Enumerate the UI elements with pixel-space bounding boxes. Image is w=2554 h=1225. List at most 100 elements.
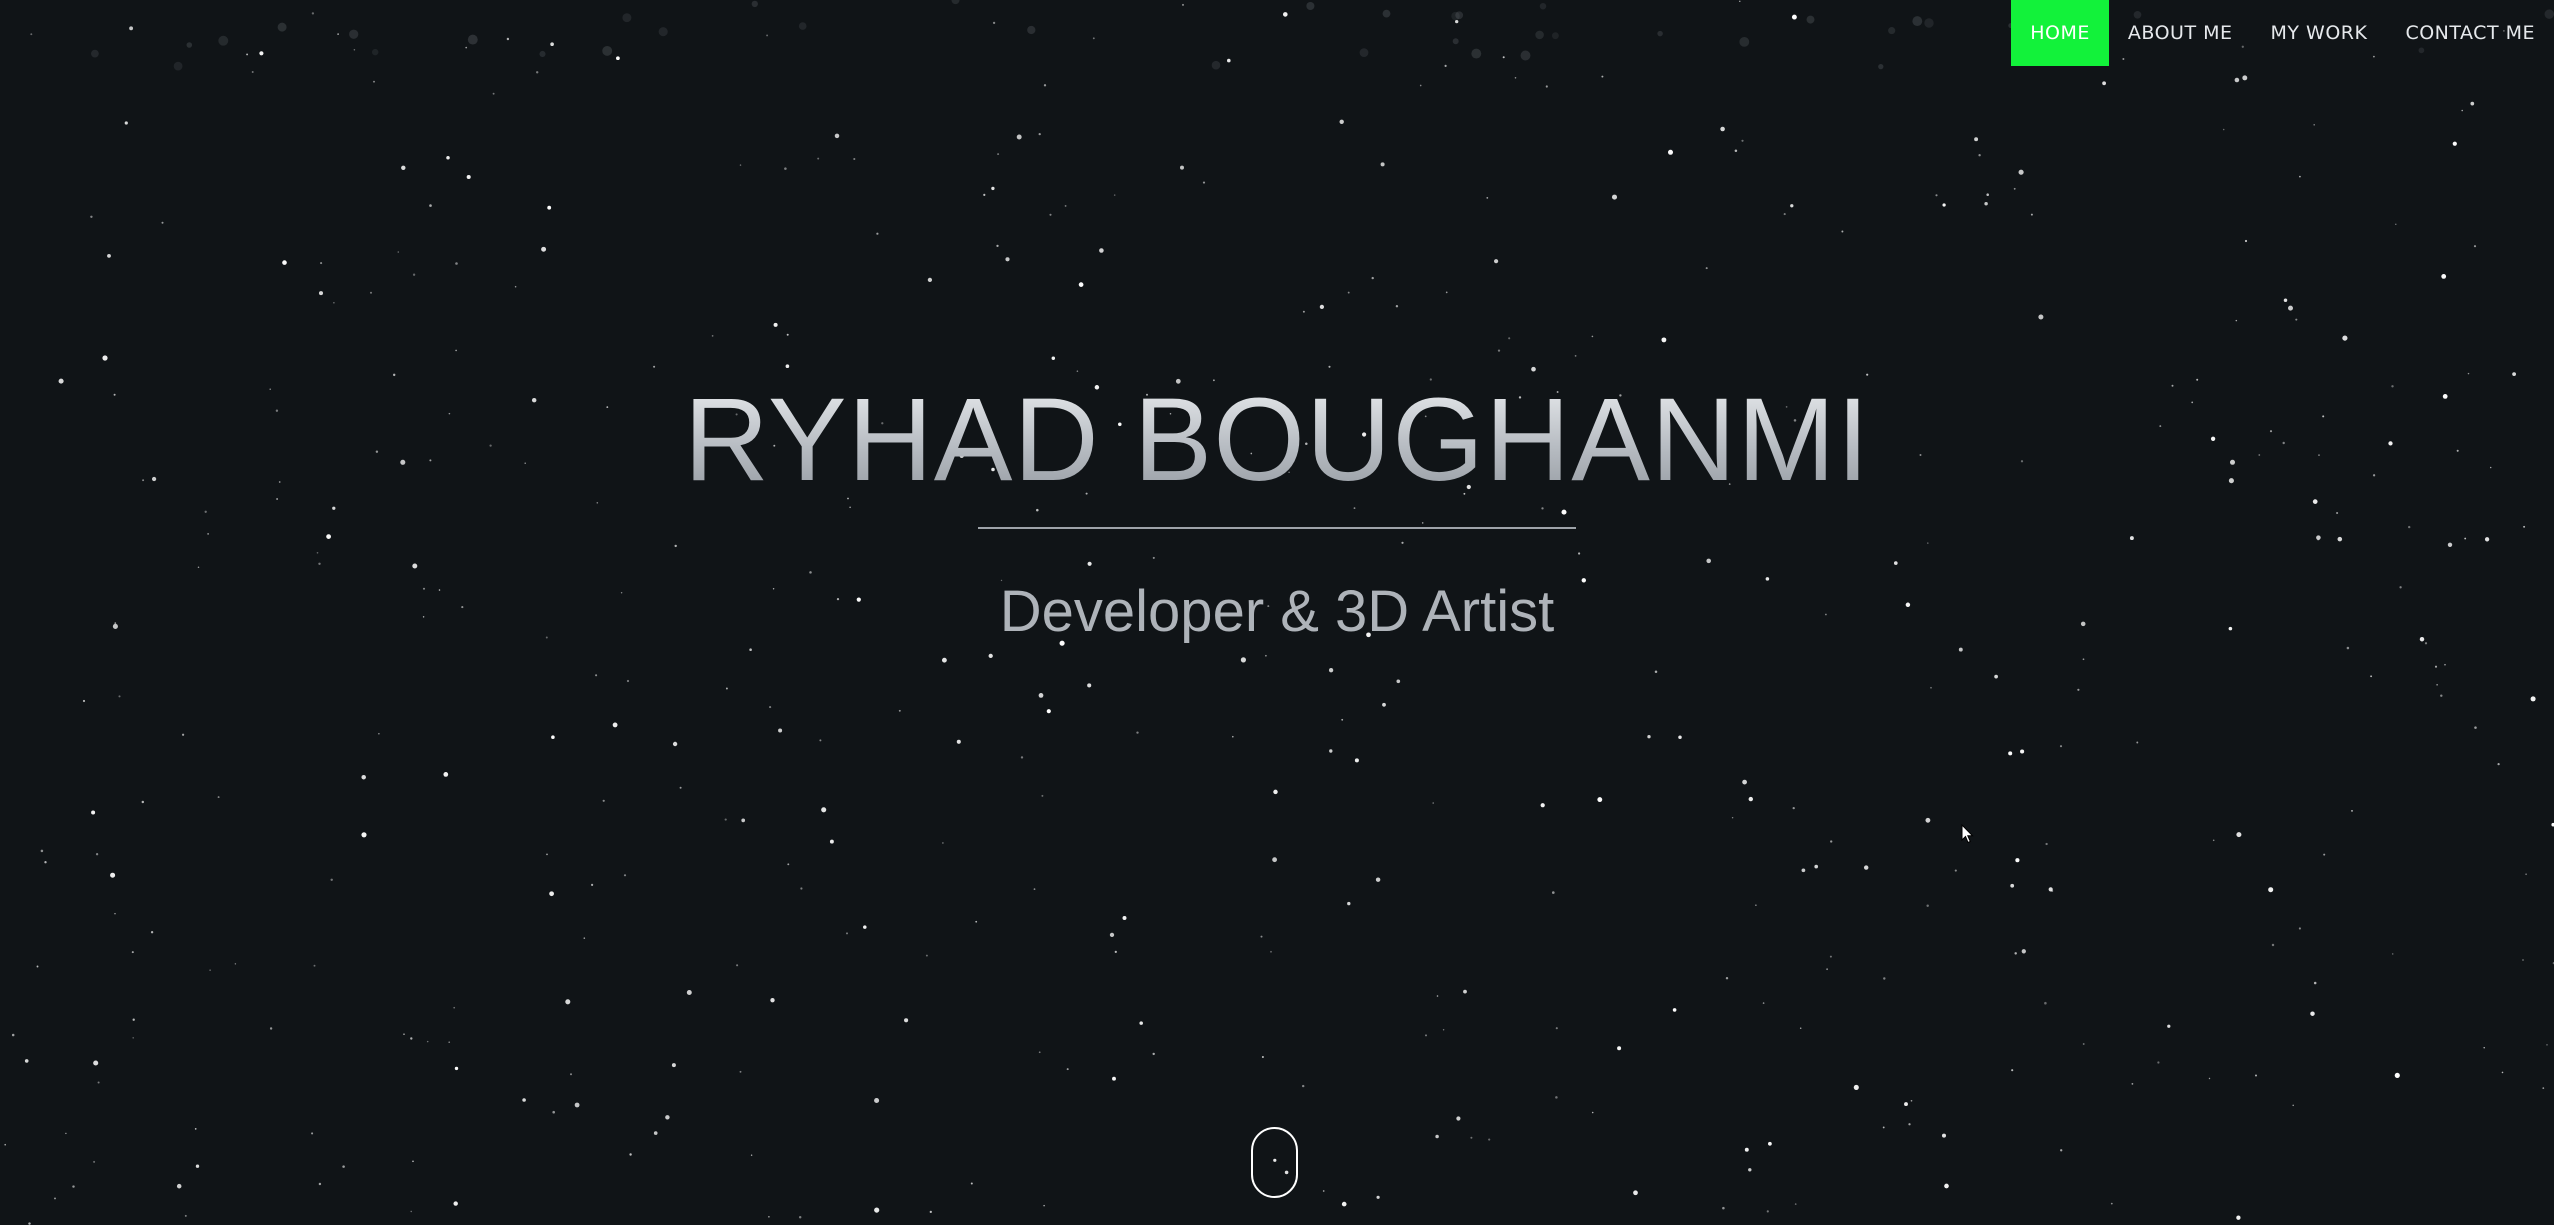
star xyxy=(4,1143,6,1146)
star xyxy=(412,273,416,276)
star xyxy=(898,709,901,712)
star xyxy=(552,1110,555,1114)
star xyxy=(181,733,185,736)
star xyxy=(2014,952,2017,955)
star xyxy=(1038,132,1041,136)
star xyxy=(2268,887,2274,893)
star xyxy=(672,741,678,747)
star xyxy=(110,872,116,878)
star xyxy=(583,937,586,939)
star xyxy=(93,1060,99,1066)
star xyxy=(1672,1008,1677,1012)
star xyxy=(996,244,999,248)
star-blur xyxy=(1924,18,1934,28)
star xyxy=(311,12,315,15)
star xyxy=(2530,696,2536,702)
star xyxy=(429,204,432,207)
star xyxy=(465,46,468,49)
star-blur xyxy=(1551,32,1559,40)
star xyxy=(1497,349,1501,352)
star xyxy=(1574,355,1577,357)
star xyxy=(992,21,996,25)
star xyxy=(1841,230,1844,233)
star xyxy=(874,1207,880,1213)
star xyxy=(129,26,134,31)
star xyxy=(2346,646,2350,650)
star xyxy=(785,364,790,369)
star xyxy=(2351,809,2353,812)
star xyxy=(769,706,772,709)
star xyxy=(1722,1206,1725,1210)
star xyxy=(44,861,47,864)
star xyxy=(1043,1204,1045,1207)
star xyxy=(373,80,375,83)
star xyxy=(1908,1123,1911,1126)
star-blur xyxy=(277,22,287,32)
star xyxy=(1926,904,1929,908)
nav-home-link[interactable]: HOME xyxy=(2011,0,2109,66)
star xyxy=(536,71,539,74)
star xyxy=(1099,248,1104,253)
star xyxy=(626,679,630,683)
star xyxy=(1038,693,1044,698)
star xyxy=(768,1215,770,1218)
star xyxy=(1540,803,1545,808)
star xyxy=(784,167,787,170)
star xyxy=(361,832,367,838)
home-page: HOME ABOUT ME MY WORK CONTACT ME RYHAD B… xyxy=(0,0,2554,1225)
star xyxy=(2044,1001,2047,1005)
star xyxy=(2295,318,2298,321)
star xyxy=(410,1037,413,1040)
star xyxy=(736,964,739,967)
nav-contact-me-link[interactable]: CONTACT ME xyxy=(2386,0,2554,66)
star-blur xyxy=(751,0,758,8)
star xyxy=(2242,75,2248,81)
star xyxy=(2236,832,2242,838)
star xyxy=(711,335,714,337)
star xyxy=(1329,749,1333,753)
nav-my-work-link[interactable]: MY WORK xyxy=(2252,0,2387,66)
star xyxy=(787,863,790,866)
star xyxy=(342,1165,345,1168)
star xyxy=(333,301,335,304)
star xyxy=(1066,1068,1069,1071)
star xyxy=(2525,873,2527,876)
star xyxy=(1270,950,1272,953)
star xyxy=(1748,796,1753,802)
star xyxy=(1328,668,1334,673)
star xyxy=(361,774,366,780)
star xyxy=(337,33,339,35)
star xyxy=(453,1201,458,1206)
star xyxy=(1038,1051,1041,1054)
star xyxy=(1425,1034,1427,1037)
star-blur xyxy=(1451,11,1460,21)
star xyxy=(2474,726,2477,729)
star xyxy=(574,1102,580,1108)
star-blur xyxy=(218,35,229,46)
nav-about-me-link[interactable]: ABOUT ME xyxy=(2109,0,2252,66)
star-blur xyxy=(1520,50,1531,61)
star xyxy=(1282,12,1288,17)
star xyxy=(1601,75,1604,78)
star xyxy=(124,121,128,125)
star xyxy=(2136,741,2139,744)
star xyxy=(2013,187,2016,190)
star xyxy=(443,772,449,777)
star xyxy=(161,221,164,224)
star xyxy=(1941,1133,1947,1138)
star xyxy=(1863,865,1869,870)
mouse-scroll-icon[interactable] xyxy=(1251,1127,1298,1198)
star xyxy=(1322,1190,1325,1192)
star xyxy=(24,1059,29,1063)
star xyxy=(1986,193,1989,196)
star xyxy=(1826,968,1828,971)
star xyxy=(1958,647,1963,652)
star xyxy=(2342,335,2348,341)
star xyxy=(426,1040,429,1043)
star xyxy=(2313,124,2315,126)
star xyxy=(2045,842,2048,846)
star xyxy=(506,37,510,41)
star xyxy=(2015,858,2020,863)
main-nav: HOME ABOUT ME MY WORK CONTACT ME xyxy=(2011,0,2554,66)
star xyxy=(1545,85,1548,88)
